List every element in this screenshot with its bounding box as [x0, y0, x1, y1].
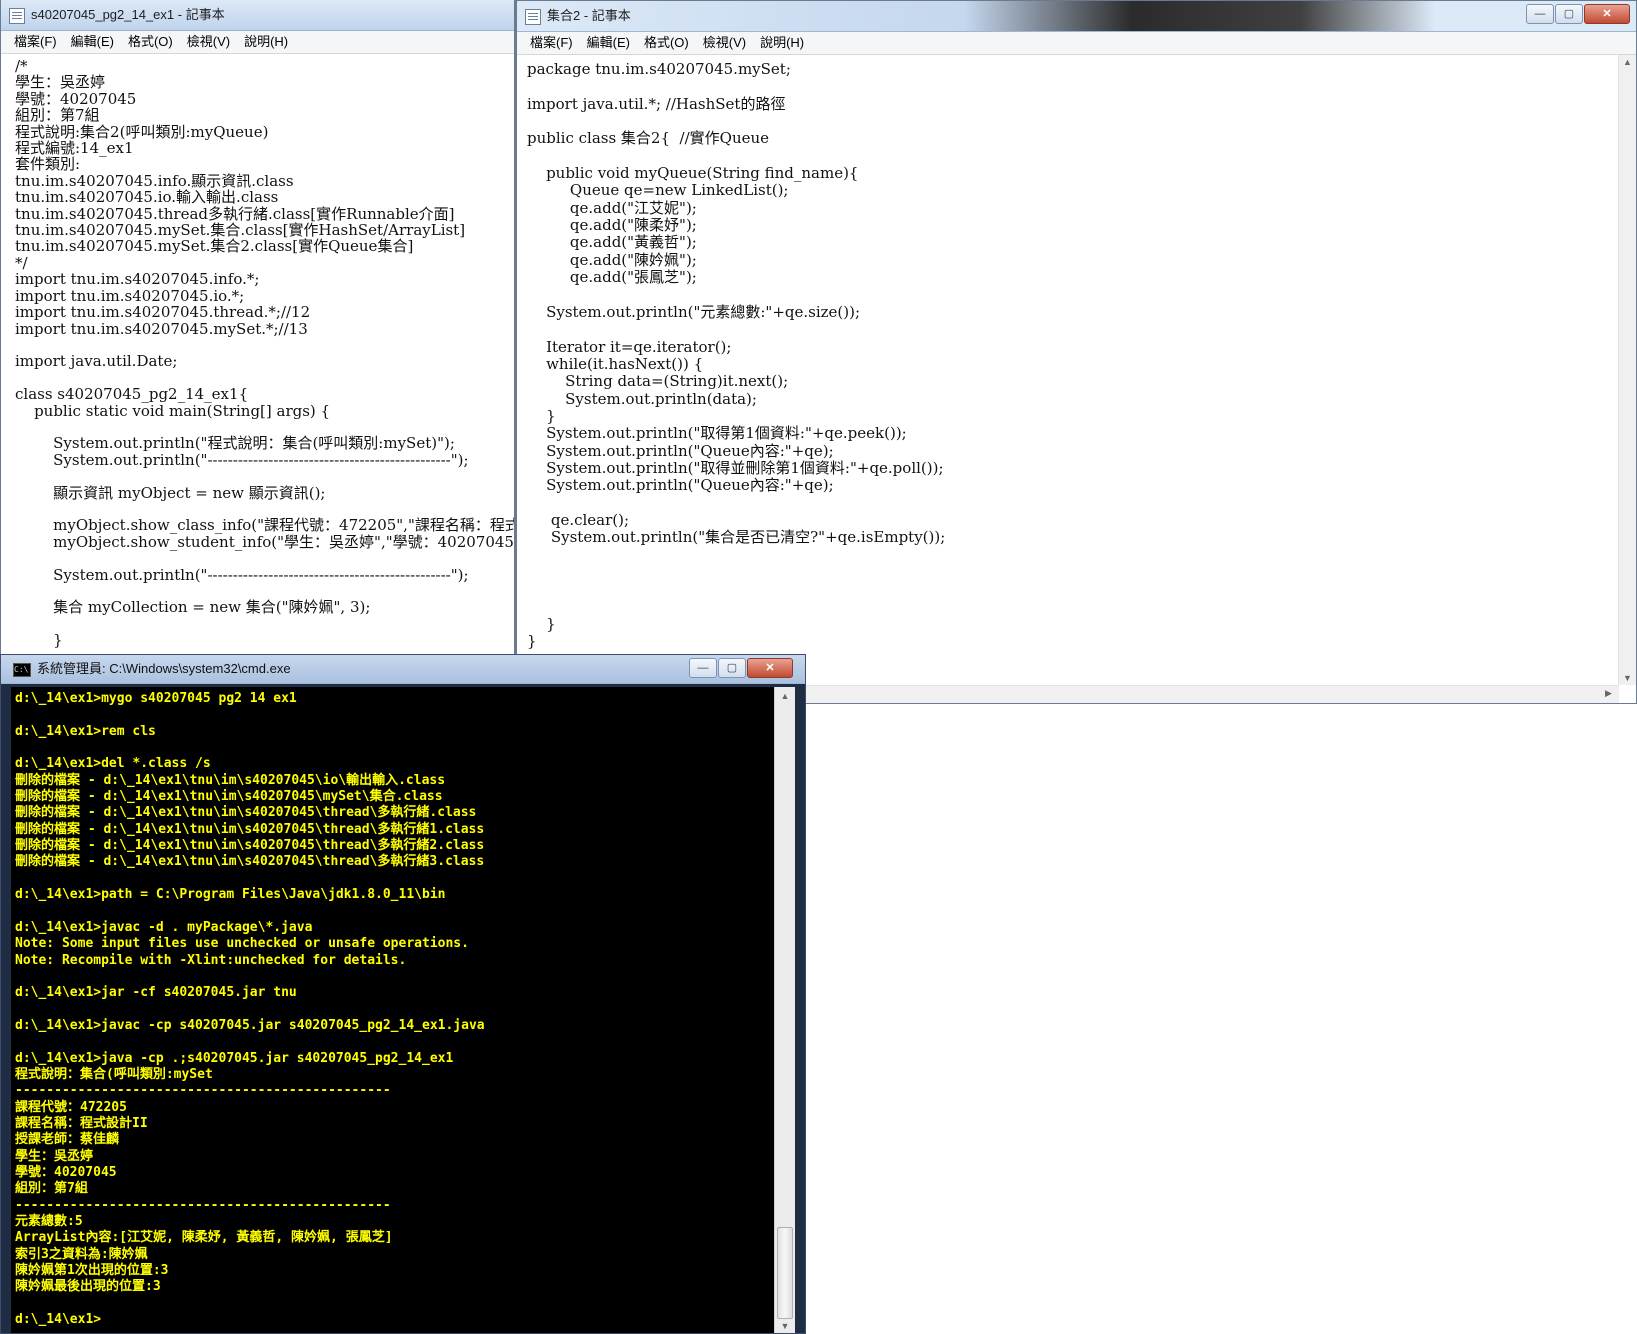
minimize-button[interactable]: — [1526, 4, 1554, 24]
menu-file[interactable]: 檔案(F) [7, 31, 64, 53]
vertical-scrollbar[interactable]: ▲ ▼ [774, 687, 795, 1333]
close-button[interactable]: ✕ [1584, 4, 1630, 24]
window-controls: — ▢ ✕ [1525, 4, 1630, 24]
maximize-button[interactable]: ▢ [1555, 4, 1583, 24]
title-bar[interactable]: C:\ 系統管理員: C:\Windows\system32\cmd.exe —… [1, 655, 805, 684]
menu-edit[interactable]: 編輯(E) [64, 31, 121, 53]
notepad-window-left: s40207045_pg2_14_ex1 - 記事本 檔案(F) 編輯(E) 格式(… [0, 0, 516, 656]
notepad-icon [9, 8, 25, 24]
cmd-icon: C:\ [13, 663, 31, 677]
notepad-icon [525, 9, 541, 25]
scroll-up-arrow-icon[interactable]: ▲ [1619, 57, 1636, 67]
title-bar[interactable]: s40207045_pg2_14_ex1 - 記事本 [1, 0, 514, 31]
text-editor[interactable]: package tnu.im.s40207045.mySet; import j… [517, 55, 1618, 685]
notepad-window-right: 集合2 - 記事本 — ▢ ✕ 檔案(F) 編輯(E) 格式(O) 檢視(V) 說明(H) … [516, 0, 1637, 704]
menu-edit[interactable]: 編輯(E) [580, 32, 637, 54]
scroll-down-arrow-icon[interactable]: ▼ [1619, 673, 1636, 683]
scroll-up-arrow-icon[interactable]: ▲ [775, 691, 795, 701]
maximize-button[interactable]: ▢ [718, 658, 746, 678]
close-button[interactable]: ✕ [747, 658, 793, 678]
menu-help[interactable]: 說明(H) [237, 31, 295, 53]
menu-view[interactable]: 檢視(V) [180, 31, 237, 53]
menu-format[interactable]: 格式(O) [637, 32, 696, 54]
cmd-window: C:\ 系統管理員: C:\Windows\system32\cmd.exe —… [0, 654, 806, 1334]
menu-format[interactable]: 格式(O) [121, 31, 180, 53]
console-output[interactable]: d:\_14\ex1>mygo s40207045 pg2 14 ex1 d:\… [11, 687, 775, 1333]
text-editor[interactable]: /* 學生：吳丞婷 學號：40207045 組別：第7組 程式說明:集合2(呼叫… [1, 54, 514, 656]
menu-help[interactable]: 說明(H) [753, 32, 811, 54]
menu-file[interactable]: 檔案(F) [523, 32, 580, 54]
scroll-right-arrow-icon[interactable]: ▶ [1600, 688, 1617, 699]
menu-bar: 檔案(F) 編輯(E) 格式(O) 檢視(V) 說明(H) [1, 31, 514, 54]
scroll-thumb[interactable] [777, 1227, 793, 1319]
window-title: 系統管理員: C:\Windows\system32\cmd.exe [37, 661, 291, 676]
minimize-button[interactable]: — [689, 658, 717, 678]
scroll-down-arrow-icon[interactable]: ▼ [775, 1321, 795, 1331]
window-controls: — ▢ ✕ [688, 658, 793, 678]
menu-bar: 檔案(F) 編輯(E) 格式(O) 檢視(V) 說明(H) [517, 32, 1636, 55]
window-title: s40207045_pg2_14_ex1 - 記事本 [31, 7, 225, 22]
title-bar[interactable]: 集合2 - 記事本 — ▢ ✕ [517, 1, 1636, 32]
window-title: 集合2 - 記事本 [547, 8, 631, 23]
menu-view[interactable]: 檢視(V) [696, 32, 753, 54]
vertical-scrollbar[interactable]: ▲ ▼ [1618, 55, 1636, 685]
